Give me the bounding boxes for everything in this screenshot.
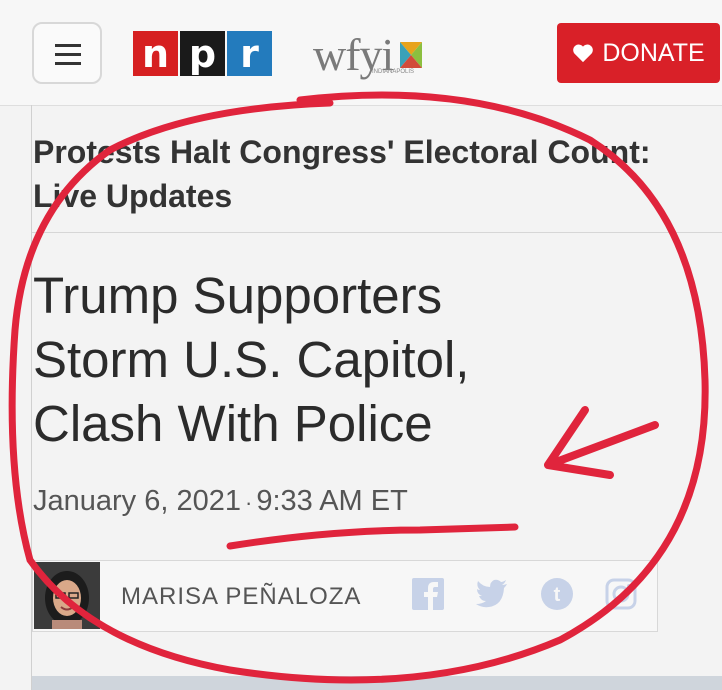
station-logo-mark	[399, 42, 422, 69]
divider	[32, 232, 722, 233]
donate-button[interactable]: DONATE	[557, 23, 720, 83]
heart-icon	[573, 44, 594, 63]
npr-logo-p: p	[180, 31, 225, 76]
tumblr-icon[interactable]: t	[540, 577, 574, 611]
headline: Trump Supporters Storm U.S. Capitol, Cla…	[33, 264, 633, 456]
svg-text:t: t	[554, 584, 561, 606]
npr-logo-n: n	[133, 31, 178, 76]
menu-button[interactable]	[32, 22, 102, 84]
red-underline-annotation	[226, 523, 519, 550]
facebook-icon[interactable]	[411, 577, 445, 611]
npr-logo[interactable]: n p r	[133, 31, 272, 76]
top-story-link[interactable]: Protests Halt Congress' Electoral Count:…	[33, 130, 683, 218]
donate-label: DONATE	[602, 38, 705, 67]
date-separator: ·	[244, 490, 253, 515]
byline: MARISA PEÑALOZA t	[32, 560, 658, 632]
author-avatar[interactable]	[34, 562, 100, 629]
headline-line-2: Storm U.S. Capitol,	[33, 331, 470, 388]
site-header: n p r wfyi INDIANAPOLIS DONATE	[0, 0, 722, 106]
station-sub: INDIANAPOLIS	[372, 69, 415, 75]
npr-logo-r: r	[227, 31, 272, 76]
publish-date: January 6, 2021	[33, 485, 241, 517]
article-image-top	[32, 676, 722, 690]
instagram-icon[interactable]	[604, 577, 638, 611]
headline-line-1: Trump Supporters	[33, 267, 443, 324]
headline-line-3: Clash With Police	[33, 395, 433, 452]
twitter-icon[interactable]	[475, 577, 509, 611]
hamburger-icon	[55, 44, 81, 47]
author-photo	[34, 562, 100, 629]
author-name[interactable]: MARISA PEÑALOZA	[121, 583, 361, 611]
publish-time: 9:33 AM ET	[256, 485, 408, 517]
dateline: January 6, 2021 · 9:33 AM ET	[33, 485, 408, 518]
